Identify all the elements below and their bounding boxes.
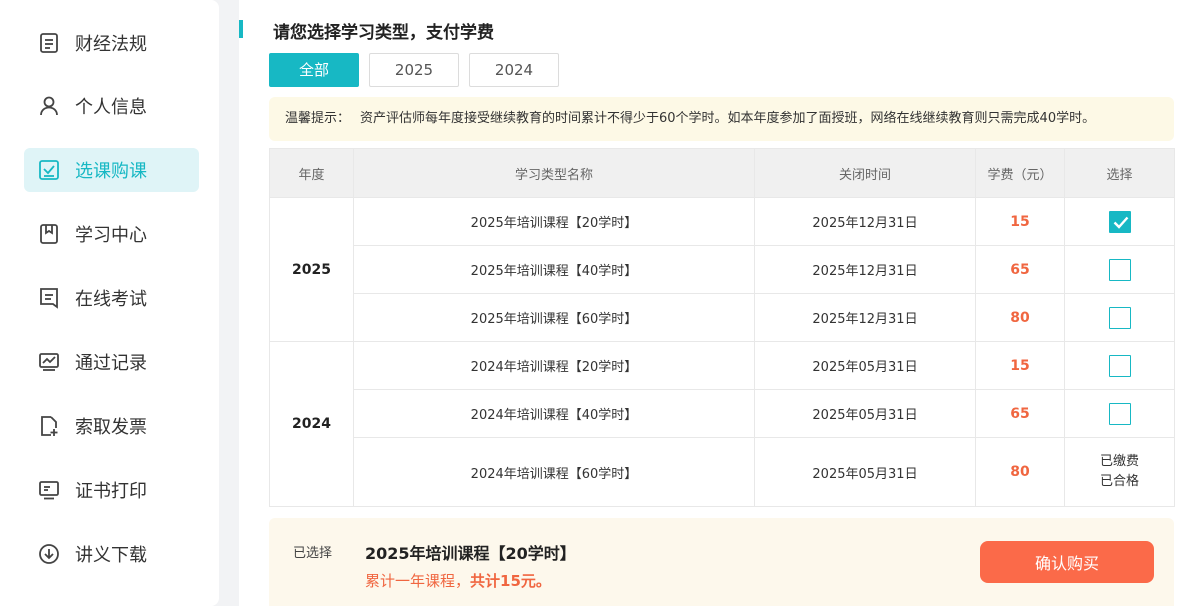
table-row: 2025年培训课程【60学时】 2025年12月31日 80 <box>270 293 1175 342</box>
course-name: 2024年培训课程【20学时】 <box>353 341 755 390</box>
sidebar-item-personal-info[interactable]: 个人信息 <box>24 84 199 128</box>
course-name: 2024年培训课程【40学时】 <box>353 389 755 438</box>
table-row: 2024年培训课程【60学时】 2025年05月31日 80 已缴费 已合格 <box>270 437 1175 507</box>
tab-all[interactable]: 全部 <box>269 53 359 87</box>
course-name: 2024年培训课程【60学时】 <box>353 437 755 507</box>
select-cell <box>1064 197 1175 246</box>
year-cell: 2025 <box>269 197 354 342</box>
selection-summary: 已选择 2025年培训课程【20学时】 累计一年课程，共计15元。 确认购买 <box>269 518 1174 606</box>
notice-banner: 温馨提示： 资产评估师每年度接受继续教育的时间累计不得少于60个学时。如本年度参加… <box>269 97 1174 141</box>
tab-2024[interactable]: 2024 <box>469 53 559 87</box>
close-time: 2025年12月31日 <box>754 197 976 246</box>
paid-status: 已缴费 <box>1099 454 1139 469</box>
header-year: 年度 <box>269 148 354 198</box>
select-cell <box>1064 341 1175 390</box>
fee: 80 <box>975 293 1065 342</box>
page-title: 请您选择学习类型，支付学费 <box>273 23 494 43</box>
checkbox-icon <box>38 159 60 181</box>
select-cell: 已缴费 已合格 <box>1064 437 1175 507</box>
sidebar-item-label: 在线考试 <box>75 289 147 310</box>
sidebar-item-learning-center[interactable]: 学习中心 <box>24 212 199 256</box>
close-time: 2025年12月31日 <box>754 245 976 294</box>
course-name: 2025年培训课程【60学时】 <box>353 293 755 342</box>
select-cell <box>1064 245 1175 294</box>
select-cell <box>1064 293 1175 342</box>
document-icon <box>38 32 60 54</box>
monitor-icon <box>38 479 60 501</box>
sidebar-item-course-selection[interactable]: 选课购课 <box>24 148 199 192</box>
bookmark-icon <box>38 223 60 245</box>
exam-icon <box>38 287 60 309</box>
sidebar-item-certificate-print[interactable]: 证书打印 <box>24 468 199 512</box>
download-icon <box>38 543 60 565</box>
selected-label: 已选择 <box>293 546 333 561</box>
passed-status: 已合格 <box>1099 474 1139 489</box>
invoice-add-icon <box>38 415 60 437</box>
course-name: 2025年培训课程【20学时】 <box>353 197 755 246</box>
table-row: 2025年培训课程【40学时】 2025年12月31日 65 <box>270 245 1175 294</box>
sidebar: 财经法规 个人信息 选课购课 学习中心 在线考试 通过记录 索取发票 证书打印 … <box>0 0 219 606</box>
table-row: 2024年培训课程【40学时】 2025年05月31日 65 <box>270 389 1175 438</box>
sidebar-item-label: 学习中心 <box>75 225 147 246</box>
checkmark-icon <box>1113 216 1128 229</box>
confirm-purchase-button[interactable]: 确认购买 <box>980 541 1154 583</box>
course-checkbox[interactable] <box>1108 258 1131 281</box>
selected-course: 2025年培训课程【20学时】 <box>365 544 576 563</box>
fee: 65 <box>975 389 1065 438</box>
sidebar-item-label: 通过记录 <box>75 353 147 374</box>
notice-text: 资产评估师每年度接受继续教育的时间累计不得少于60个学时。如本年度参加了面授班，… <box>360 111 1096 126</box>
table-row: 2024 2024年培训课程【20学时】 2025年05月31日 15 <box>269 341 1175 507</box>
header-select: 选择 <box>1064 148 1175 198</box>
header-course-name: 学习类型名称 <box>353 148 755 198</box>
total-amount: 共计15元。 <box>470 572 551 590</box>
tab-2025[interactable]: 2025 <box>369 53 459 87</box>
notice-label: 温馨提示： <box>285 111 351 126</box>
sidebar-item-label: 讲义下载 <box>75 545 147 566</box>
course-checkbox[interactable] <box>1108 402 1131 425</box>
total-prefix: 累计一年课程， <box>365 572 471 590</box>
header-close-time: 关闭时间 <box>754 148 976 198</box>
main-panel: 请您选择学习类型，支付学费 全部 2025 2024 温馨提示： 资产评估师每年度… <box>239 0 1191 606</box>
close-time: 2025年05月31日 <box>754 437 976 507</box>
sidebar-item-label: 索取发票 <box>75 417 147 438</box>
table-row: 2025 2025年培训课程【20学时】 2025年12月31日 15 <box>269 197 1175 342</box>
course-table: 年度 学习类型名称 关闭时间 学费（元） 选择 2025 2025年培训课程【2… <box>269 148 1175 507</box>
course-checkbox[interactable] <box>1108 354 1131 377</box>
sidebar-item-online-exam[interactable]: 在线考试 <box>24 276 199 320</box>
chart-icon <box>38 351 60 373</box>
table-header-row: 年度 学习类型名称 关闭时间 学费（元） 选择 <box>269 148 1175 198</box>
course-checkbox[interactable] <box>1108 306 1131 329</box>
fee: 65 <box>975 245 1065 294</box>
fee: 80 <box>975 437 1065 507</box>
sidebar-item-finance-regulations[interactable]: 财经法规 <box>24 21 199 65</box>
year-cell: 2024 <box>269 341 354 507</box>
sidebar-item-handout-download[interactable]: 讲义下载 <box>24 532 199 576</box>
close-time: 2025年05月31日 <box>754 389 976 438</box>
header-fee: 学费（元） <box>975 148 1065 198</box>
selected-total: 累计一年课程，共计15元。 <box>365 570 551 591</box>
fee: 15 <box>975 197 1065 246</box>
select-cell <box>1064 389 1175 438</box>
sidebar-item-pass-records[interactable]: 通过记录 <box>24 340 199 384</box>
close-time: 2025年12月31日 <box>754 293 976 342</box>
title-accent-bar <box>239 20 243 38</box>
sidebar-item-label: 选课购课 <box>75 161 147 182</box>
sidebar-item-label: 证书打印 <box>75 481 147 502</box>
fee: 15 <box>975 341 1065 390</box>
sidebar-item-label: 财经法规 <box>75 34 147 55</box>
sidebar-item-request-invoice[interactable]: 索取发票 <box>24 404 199 448</box>
course-name: 2025年培训课程【40学时】 <box>353 245 755 294</box>
sidebar-item-label: 个人信息 <box>75 97 147 118</box>
course-checkbox[interactable] <box>1108 210 1131 233</box>
user-icon <box>38 95 60 117</box>
close-time: 2025年05月31日 <box>754 341 976 390</box>
